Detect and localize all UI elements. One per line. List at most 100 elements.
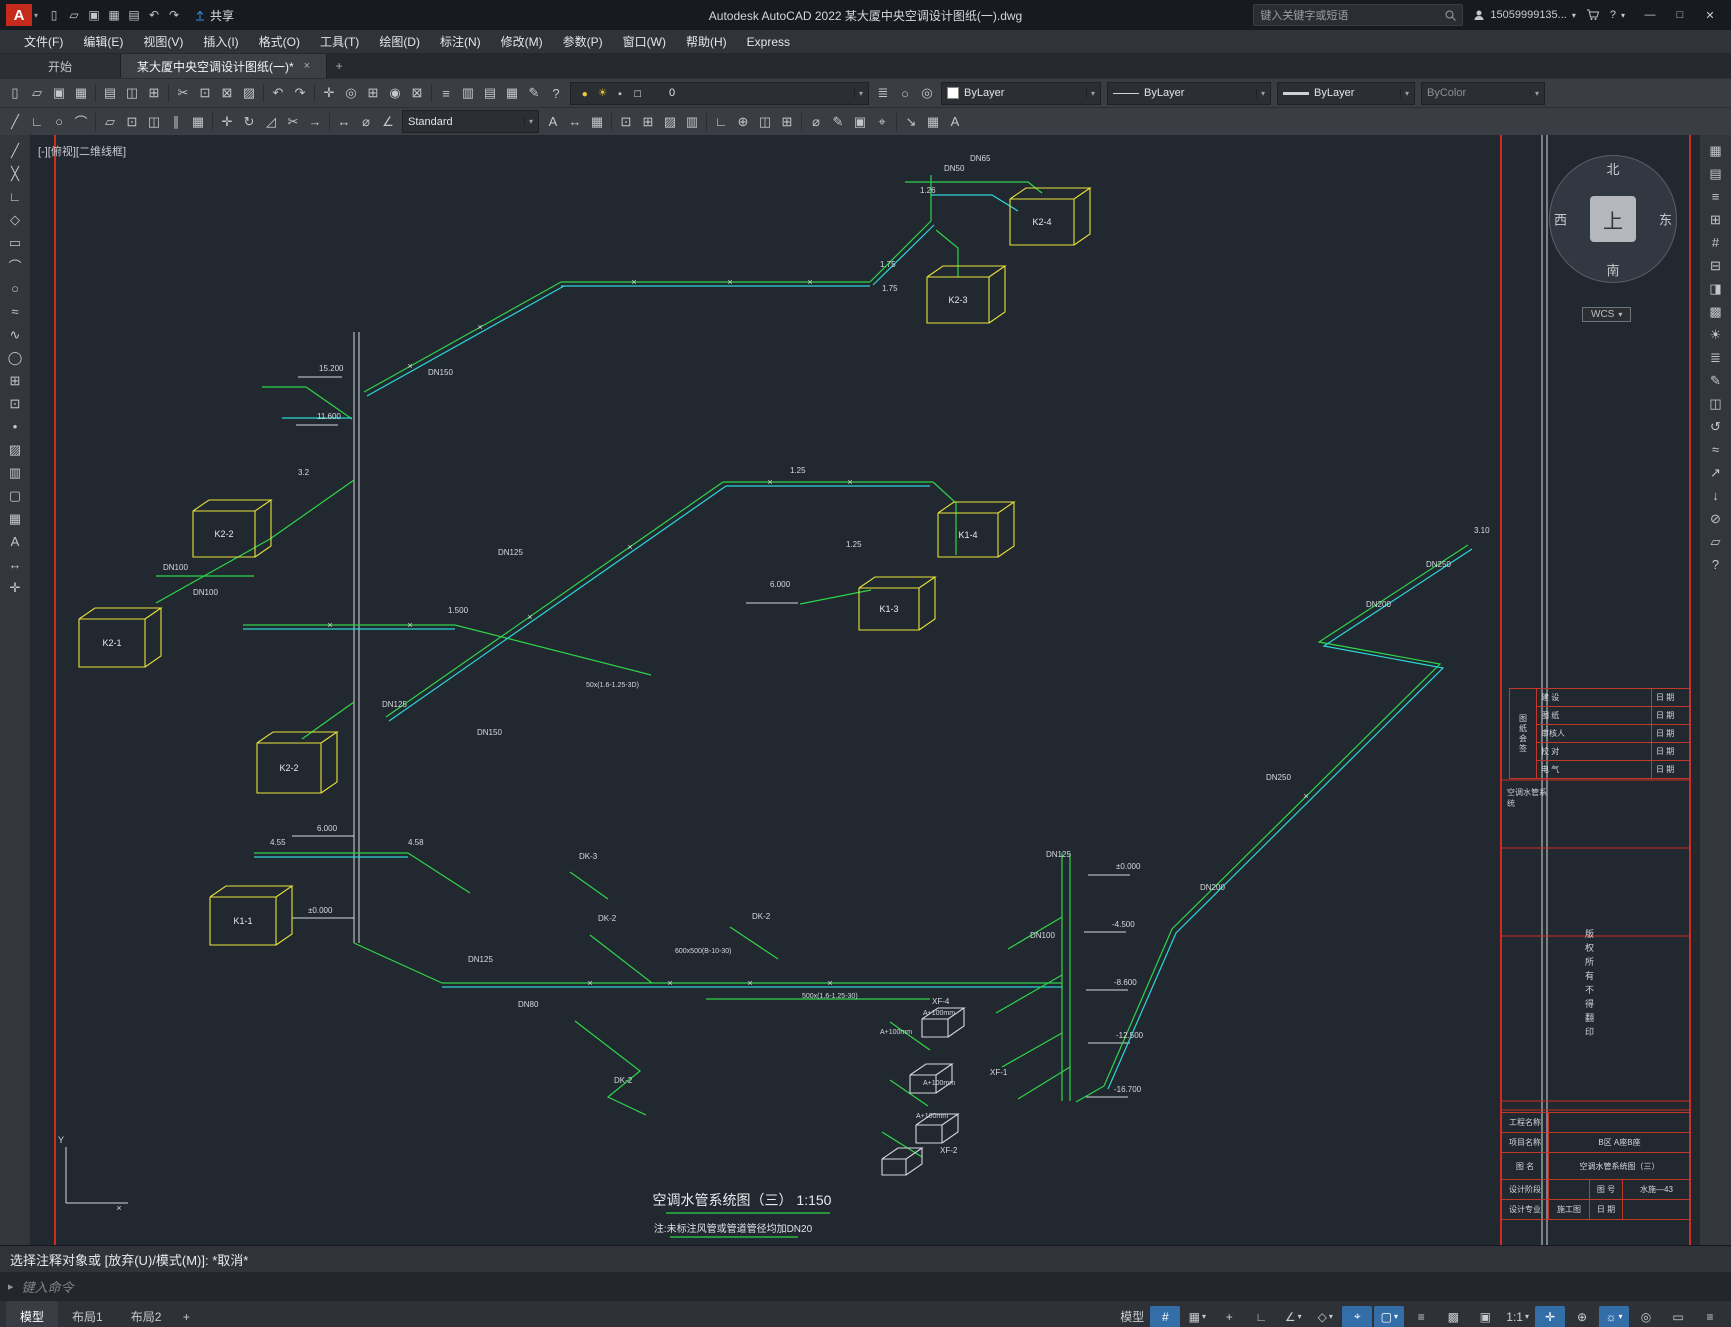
- status-polar-tracking[interactable]: ∠ ▾: [1278, 1306, 1308, 1327]
- dim-radius-icon[interactable]: ⌀: [355, 111, 377, 133]
- qnew-icon[interactable]: ▯: [4, 82, 26, 104]
- copy-clip-icon[interactable]: ⊡: [121, 111, 143, 133]
- wcs-dropdown[interactable]: WCS ▾: [1582, 307, 1632, 322]
- drawing-viewport[interactable]: K2-4 K2-3 K2-2 K2-1 K2-2 K1-1 K1-4 K1-3 15.200 11…: [30, 135, 1699, 1245]
- layout-tab-模型[interactable]: 模型: [6, 1301, 59, 1327]
- viewcube-east-label[interactable]: 东: [1659, 210, 1672, 229]
- save-as-icon[interactable]: ▦: [70, 82, 92, 104]
- status-workspace[interactable]: ☼ ▾: [1599, 1305, 1629, 1327]
- spline-icon[interactable]: ∿: [3, 323, 27, 346]
- layer-dropdown[interactable]: ● ☀ ▪ □ 0 ▾: [570, 81, 869, 105]
- count-icon[interactable]: #: [1704, 231, 1728, 254]
- table-style-icon[interactable]: ▦: [586, 111, 608, 133]
- viewcube-top-face[interactable]: 上: [1590, 196, 1636, 242]
- point-icon[interactable]: •: [3, 415, 27, 438]
- menu-item[interactable]: 帮助(H): [676, 30, 737, 53]
- export-icon[interactable]: ↓: [1704, 484, 1728, 507]
- sheet-set-manager-icon[interactable]: ▦: [501, 82, 523, 104]
- compare-icon[interactable]: ◫: [1704, 392, 1728, 415]
- viewcube-west-label[interactable]: 西: [1554, 210, 1567, 229]
- text-style-icon[interactable]: A: [542, 111, 564, 133]
- polyline-icon[interactable]: ∟: [26, 111, 48, 133]
- viewcube-south-label[interactable]: 南: [1606, 260, 1619, 279]
- status-ortho-mode[interactable]: ∟: [1246, 1306, 1276, 1327]
- dropdown-arrow-icon[interactable]: ▾: [1399, 88, 1409, 98]
- bulb-icon[interactable]: ●: [576, 84, 594, 102]
- dropdown-arrow-icon[interactable]: ▾: [1255, 88, 1265, 98]
- trim-icon[interactable]: ✂: [282, 111, 304, 133]
- dim-linear-icon[interactable]: ↔: [3, 553, 27, 576]
- rectangle-icon[interactable]: ▭: [3, 231, 27, 254]
- layer-walk-icon[interactable]: ≣: [1704, 346, 1728, 369]
- lineweight-dropdown[interactable]: ByLayer ▾: [1277, 81, 1415, 105]
- viewcube-north-label[interactable]: 北: [1606, 159, 1619, 178]
- menu-item[interactable]: 窗口(W): [613, 30, 676, 53]
- help-button[interactable]: ? ▾: [1610, 9, 1625, 21]
- leader-icon[interactable]: ↘: [900, 111, 922, 133]
- match-prop-icon[interactable]: ▨: [238, 82, 260, 104]
- pan-icon[interactable]: ✛: [318, 82, 340, 104]
- extend-icon[interactable]: →: [304, 111, 326, 133]
- move-icon[interactable]: ✛: [3, 576, 27, 599]
- move-icon[interactable]: ✛: [216, 111, 238, 133]
- cloud-icon[interactable]: ≈: [1704, 438, 1728, 461]
- dropdown-arrow-icon[interactable]: ▾: [523, 117, 533, 126]
- erase-icon[interactable]: ▱: [99, 111, 121, 133]
- arc-icon[interactable]: ⌒: [70, 111, 92, 133]
- menu-item[interactable]: 插入(I): [193, 30, 248, 53]
- drawing-canvas[interactable]: K2-4 K2-3 K2-2 K2-1 K2-2 K1-1 K1-4 K1-3 15.200 11…: [30, 135, 1699, 1245]
- dropdown-arrow-icon[interactable]: ▾: [853, 88, 863, 98]
- flat-icon[interactable]: ▱: [1704, 530, 1728, 553]
- layout-tab-布局2[interactable]: 布局2: [117, 1301, 176, 1327]
- section-icon[interactable]: ⊘: [1704, 507, 1728, 530]
- multiline-text-icon[interactable]: A: [944, 111, 966, 133]
- account-button[interactable]: 15059999135... ▾: [1473, 9, 1576, 21]
- arc-icon[interactable]: ⌒: [3, 254, 27, 277]
- new-tab-button[interactable]: +: [327, 54, 351, 78]
- linetype-dropdown[interactable]: ByLayer ▾: [1107, 81, 1271, 105]
- zoom-window-icon[interactable]: ⊞: [362, 82, 384, 104]
- menu-item[interactable]: 参数(P): [553, 30, 613, 53]
- app-menu-arrow-icon[interactable]: ▾: [34, 11, 38, 20]
- dropdown-arrow-icon[interactable]: ▾: [1529, 88, 1539, 98]
- color-dropdown[interactable]: ByLayer ▾: [941, 81, 1101, 105]
- sun-icon[interactable]: ☀: [594, 84, 612, 102]
- open-icon[interactable]: ▱: [64, 5, 84, 25]
- layer-off-icon[interactable]: ○: [894, 82, 916, 104]
- status-model-space[interactable]: 模型: [1116, 1306, 1148, 1327]
- save-icon[interactable]: ▣: [48, 82, 70, 104]
- save-icon[interactable]: ▣: [84, 5, 104, 25]
- design-center-icon[interactable]: ▥: [457, 82, 479, 104]
- markup-import-icon[interactable]: ✎: [523, 82, 545, 104]
- array-icon[interactable]: ▦: [187, 111, 209, 133]
- zoom-realtime-icon[interactable]: ◎: [340, 82, 362, 104]
- open-icon[interactable]: ▱: [26, 82, 48, 104]
- layout-tab-布局1[interactable]: 布局1: [58, 1301, 117, 1327]
- make-block-icon[interactable]: ⊡: [615, 111, 637, 133]
- ucs-world-icon[interactable]: ⊕: [732, 111, 754, 133]
- construction-line-icon[interactable]: ╳: [3, 162, 27, 185]
- field-icon[interactable]: ✎: [827, 111, 849, 133]
- blocks-palette-icon[interactable]: ⊞: [1704, 208, 1728, 231]
- history-icon[interactable]: ↺: [1704, 415, 1728, 438]
- mirror-icon[interactable]: ◫: [143, 111, 165, 133]
- menu-item[interactable]: 工具(T): [310, 30, 369, 53]
- group-icon[interactable]: ▣: [849, 111, 871, 133]
- markup-icon[interactable]: ✎: [1704, 369, 1728, 392]
- style-dropdown[interactable]: Standard ▾: [402, 110, 539, 133]
- ellipse-icon[interactable]: ◯: [3, 346, 27, 369]
- paste-icon[interactable]: ⊠: [216, 82, 238, 104]
- redo-icon[interactable]: ↷: [289, 82, 311, 104]
- dropdown-arrow-icon[interactable]: ▾: [1085, 88, 1095, 98]
- status-grid-display[interactable]: #: [1150, 1305, 1181, 1327]
- materials-icon[interactable]: ▩: [1704, 300, 1728, 323]
- polygon-icon[interactable]: ◇: [3, 208, 27, 231]
- menu-item[interactable]: 标注(N): [430, 30, 491, 53]
- dim-style-icon[interactable]: ↔: [564, 111, 586, 133]
- menu-item[interactable]: 文件(F): [14, 30, 73, 53]
- named-views-icon[interactable]: ◫: [754, 111, 776, 133]
- xref-icon[interactable]: ⊟: [1704, 254, 1728, 277]
- hatch-icon[interactable]: ▨: [659, 111, 681, 133]
- polyline-icon[interactable]: ∟: [3, 185, 27, 208]
- table-icon[interactable]: ▦: [922, 111, 944, 133]
